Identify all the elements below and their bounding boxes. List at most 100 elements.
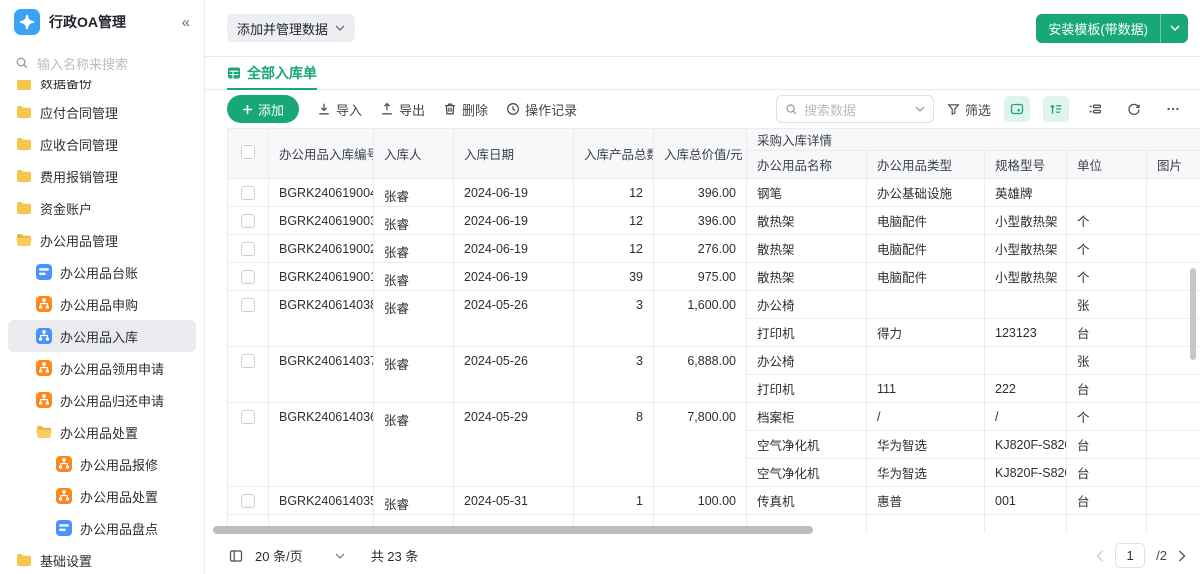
cell-product-type[interactable]: 惠普 [866, 486, 985, 515]
more-button[interactable] [1160, 96, 1186, 122]
import-button[interactable]: 导入 [317, 100, 362, 119]
cell-total[interactable]: 396.00 [653, 178, 747, 207]
cell-product-unit[interactable]: 台 [1066, 318, 1147, 347]
cell-product-type[interactable] [866, 290, 985, 319]
cell-person[interactable]: 张睿 [373, 178, 454, 207]
cell-qty[interactable]: 12 [573, 234, 654, 263]
group-button[interactable] [1082, 96, 1108, 122]
install-template-dropdown-button[interactable] [1161, 14, 1188, 43]
filter-button[interactable]: 筛选 [947, 100, 991, 119]
cell-product-unit[interactable]: 台 [1066, 486, 1147, 515]
cell-product-spec[interactable]: 123123 [984, 318, 1067, 347]
cell-product-type[interactable]: 华为智选 [866, 458, 985, 487]
table-search-input[interactable]: 搜索数据 [775, 95, 934, 123]
cell-total[interactable]: 396.00 [653, 206, 747, 235]
cell-product-type[interactable]: 办公基础设施 [866, 178, 985, 207]
cell-product-pic[interactable] [1146, 458, 1200, 487]
row-checkbox[interactable] [241, 214, 255, 228]
column-header-code[interactable]: 办公用品入库编号 [268, 128, 374, 179]
next-page-button[interactable] [1178, 550, 1186, 562]
sidebar-item-supplies-repair[interactable]: 办公用品报修 [8, 448, 196, 480]
delete-button[interactable]: 删除 [443, 100, 488, 119]
cell-product-unit[interactable]: 个 [1066, 234, 1147, 263]
cell-qty[interactable]: 12 [573, 178, 654, 207]
cell-code[interactable]: BGRK240619003 [268, 206, 374, 235]
cell-product-name[interactable]: 打印机 [746, 374, 867, 403]
cell-qty[interactable]: 3 [573, 290, 654, 347]
row-checkbox[interactable] [241, 494, 255, 508]
cell-total[interactable]: 1,600.00 [653, 290, 747, 347]
row-checkbox[interactable] [241, 298, 255, 312]
export-button[interactable]: 导出 [380, 100, 425, 119]
column-header-person[interactable]: 入库人 [373, 128, 454, 179]
cell-product-pic[interactable] [1146, 430, 1200, 459]
cell-product-name[interactable]: 办公椅 [746, 290, 867, 319]
cell-product-spec[interactable]: 英雄牌 [984, 178, 1067, 207]
sidebar-item-basic-settings[interactable]: 基础设置 [8, 544, 196, 574]
cell-product-pic[interactable] [1146, 486, 1200, 515]
install-template-button[interactable]: 安装模板(带数据) [1036, 14, 1160, 43]
tab-all-inbound-orders[interactable]: 全部入库单 [227, 57, 317, 90]
cell-code[interactable]: BGRK240619002 [268, 234, 374, 263]
column-header-date[interactable]: 入库日期 [453, 128, 574, 179]
cell-qty[interactable]: 3 [573, 346, 654, 403]
column-header-total[interactable]: 入库总价值/元 [653, 128, 747, 179]
cell-product-name[interactable]: 散热架 [746, 206, 867, 235]
cell-product-type[interactable]: 电脑配件 [866, 206, 985, 235]
sidebar-item-office-supplies[interactable]: 办公用品管理 [8, 224, 196, 256]
column-header-pic[interactable]: 图片 [1146, 150, 1200, 179]
row-checkbox[interactable] [241, 186, 255, 200]
prev-page-button[interactable] [1096, 550, 1104, 562]
cell-product-unit[interactable] [1066, 178, 1147, 207]
sidebar-item-capital-account[interactable]: 资金账户 [8, 192, 196, 224]
sidebar-item-supplies-disposal[interactable]: 办公用品处置 [8, 480, 196, 512]
cell-product-spec[interactable]: 小型散热架 [984, 234, 1067, 263]
cell-product-unit[interactable]: 张 [1066, 290, 1147, 319]
column-panel-icon[interactable] [229, 549, 243, 563]
cell-product-name[interactable]: 办公椅 [746, 346, 867, 375]
cell-product-unit[interactable]: 台 [1066, 374, 1147, 403]
sidebar-item-supplies-return[interactable]: 办公用品归还申请 [8, 384, 196, 416]
vertical-scrollbar[interactable] [1190, 268, 1196, 360]
sidebar-item-supplies-requisition[interactable]: 办公用品领用申请 [8, 352, 196, 384]
column-header-unit[interactable]: 单位 [1066, 150, 1147, 179]
sidebar-item-supplies-purchase[interactable]: 办公用品申购 [8, 288, 196, 320]
cell-product-type[interactable]: 111 [866, 374, 985, 403]
cell-person[interactable]: 张睿 [373, 290, 454, 347]
cell-product-name[interactable]: 散热架 [746, 234, 867, 263]
manage-data-button[interactable]: 添加并管理数据 [227, 14, 356, 42]
cell-person[interactable]: 张睿 [373, 234, 454, 263]
cell-product-unit[interactable]: 张 [1066, 346, 1147, 375]
cell-product-name[interactable]: 散热架 [746, 262, 867, 291]
cell-code[interactable]: BGRK240619001 [268, 262, 374, 291]
row-checkbox[interactable] [241, 354, 255, 368]
cell-qty[interactable]: 39 [573, 262, 654, 291]
cell-qty[interactable]: 1 [573, 486, 654, 515]
cell-product-type[interactable]: 得力 [866, 318, 985, 347]
cell-product-spec[interactable] [984, 346, 1067, 375]
cell-total[interactable]: 7,800.00 [653, 402, 747, 487]
page-size-select[interactable]: 20 条/页 [255, 546, 345, 565]
sidebar-item-payable-contract[interactable]: 应付合同管理 [8, 96, 196, 128]
add-record-button[interactable]: 添加 [227, 95, 300, 123]
cell-person[interactable]: 张睿 [373, 206, 454, 235]
cell-product-pic[interactable] [1146, 402, 1200, 431]
cell-date[interactable]: 2024-06-19 [453, 178, 574, 207]
row-checkbox[interactable] [241, 410, 255, 424]
cell-date[interactable]: 2024-05-26 [453, 346, 574, 403]
row-height-button[interactable] [1043, 96, 1069, 122]
cell-product-pic[interactable] [1146, 374, 1200, 403]
row-checkbox[interactable] [241, 270, 255, 284]
cell-total[interactable]: 276.00 [653, 234, 747, 263]
row-checkbox[interactable] [241, 242, 255, 256]
cell-qty[interactable]: 8 [573, 402, 654, 487]
cell-person[interactable]: 张睿 [373, 486, 454, 515]
cell-code[interactable]: BGRK240614038 [268, 290, 374, 347]
cell-product-type[interactable]: 电脑配件 [866, 234, 985, 263]
current-page-input[interactable]: 1 [1115, 543, 1146, 568]
cell-product-spec[interactable]: 001 [984, 486, 1067, 515]
cell-date[interactable]: 2024-06-19 [453, 262, 574, 291]
cell-product-name[interactable]: 传真机 [746, 486, 867, 515]
cell-product-pic[interactable] [1146, 234, 1200, 263]
sidebar-item-expense-reimburse[interactable]: 费用报销管理 [8, 160, 196, 192]
